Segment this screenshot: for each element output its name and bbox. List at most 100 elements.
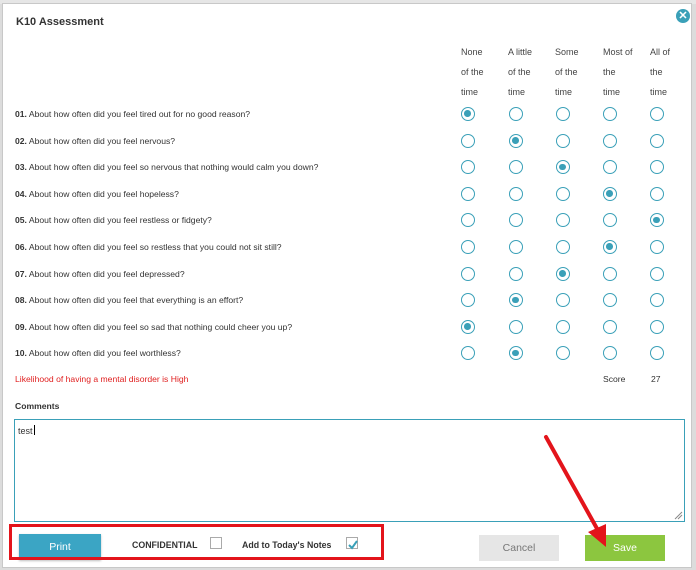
question-label: About how often did you feel hopeless?: [26, 188, 179, 199]
add-to-notes-checkbox[interactable]: [346, 537, 358, 550]
answer-radio[interactable]: [650, 160, 664, 175]
question-label: About how often did you feel worthless?: [26, 348, 181, 359]
answer-radio[interactable]: [509, 319, 523, 334]
answer-radio[interactable]: [603, 186, 617, 201]
answer-radio[interactable]: [461, 319, 475, 334]
answer-radio[interactable]: [461, 160, 475, 175]
save-button[interactable]: Save: [585, 535, 665, 561]
question-row: 03. About how often did you feel so nerv…: [3, 155, 693, 179]
answer-radio[interactable]: [509, 186, 523, 201]
answer-radio[interactable]: [556, 240, 570, 254]
answer-radio[interactable]: [650, 293, 664, 308]
print-button[interactable]: Print: [19, 534, 101, 560]
resize-grip-icon[interactable]: [674, 511, 683, 520]
answer-radio[interactable]: [461, 346, 475, 361]
question-row: 10. About how often did you feel worthle…: [3, 341, 693, 365]
question-number: 08.: [15, 295, 27, 306]
question-number: 10.: [15, 348, 27, 359]
column-header-line: time: [508, 87, 526, 97]
close-icon[interactable]: ✕: [676, 9, 690, 23]
score-label: Score: [603, 374, 626, 384]
dialog-title: K10 Assessment: [16, 16, 104, 28]
column-header: Most of the time: [603, 42, 647, 102]
answer-radio[interactable]: [509, 133, 523, 148]
answer-radio[interactable]: [603, 160, 617, 175]
answer-radio[interactable]: [603, 107, 617, 121]
question-label: About how often did you feel that everyt…: [26, 295, 244, 306]
question-text: 07. About how often did you feel depress…: [15, 262, 185, 286]
answer-radio[interactable]: [650, 240, 664, 254]
column-header-line: of the: [508, 67, 531, 77]
answer-radio[interactable]: [603, 293, 617, 308]
answer-radio[interactable]: [650, 213, 664, 228]
column-header-line: None: [461, 47, 483, 57]
answer-radio[interactable]: [650, 186, 664, 201]
question-text: 03. About how often did you feel so nerv…: [15, 155, 318, 179]
question-label: About how often did you feel depressed?: [26, 268, 185, 279]
column-header-line: Most of: [603, 47, 633, 57]
answer-radio[interactable]: [603, 319, 617, 334]
answer-radio[interactable]: [556, 319, 570, 334]
comments-value: test: [18, 425, 35, 436]
answer-radio[interactable]: [556, 186, 570, 201]
answer-radio[interactable]: [461, 213, 475, 228]
answer-radio[interactable]: [556, 293, 570, 308]
column-header-line: the: [603, 67, 616, 77]
column-header-line: time: [603, 87, 621, 97]
question-text: 04. About how often did you feel hopeles…: [15, 182, 179, 206]
answer-radio[interactable]: [603, 266, 617, 281]
answer-radio[interactable]: [556, 133, 570, 148]
column-header: None of the time: [461, 42, 505, 102]
answer-radio[interactable]: [603, 346, 617, 361]
answer-radio[interactable]: [461, 186, 475, 201]
column-header-line: A little: [508, 47, 533, 57]
answer-radio[interactable]: [461, 266, 475, 281]
answer-radio[interactable]: [650, 133, 664, 148]
answer-radio[interactable]: [556, 266, 570, 281]
question-number: 03.: [15, 162, 27, 173]
answer-radio[interactable]: [556, 160, 570, 175]
likelihood-message: Likelihood of having a mental disorder i…: [15, 374, 189, 384]
question-text: 06. About how often did you feel so rest…: [15, 235, 282, 259]
question-text: 08. About how often did you feel that ev…: [15, 288, 243, 312]
question-row: 02. About how often did you feel nervous…: [3, 129, 693, 153]
column-header: Some of the time: [555, 42, 599, 102]
confidential-checkbox[interactable]: [210, 537, 222, 549]
answer-radio[interactable]: [603, 133, 617, 148]
answer-radio[interactable]: [461, 133, 475, 148]
answer-radio[interactable]: [509, 213, 523, 228]
cancel-button[interactable]: Cancel: [479, 535, 559, 561]
answer-radio[interactable]: [509, 107, 523, 121]
answer-radio[interactable]: [650, 107, 664, 121]
question-number: 09.: [15, 321, 27, 332]
question-number: 06.: [15, 242, 27, 252]
answer-radio[interactable]: [603, 240, 617, 254]
comments-textarea[interactable]: [14, 419, 685, 522]
answer-radio[interactable]: [509, 293, 523, 308]
question-text: 05. About how often did you feel restles…: [15, 208, 212, 232]
question-text: 09. About how often did you feel so sad …: [15, 315, 292, 339]
answer-radio[interactable]: [509, 266, 523, 281]
question-row: 05. About how often did you feel restles…: [3, 208, 693, 232]
answer-radio[interactable]: [556, 346, 570, 361]
answer-radio[interactable]: [509, 160, 523, 175]
question-text: 01. About how often did you feel tired o…: [15, 102, 250, 126]
answer-radio[interactable]: [509, 346, 523, 361]
question-label: About how often did you feel restless or…: [26, 215, 212, 226]
answer-radio[interactable]: [556, 107, 570, 121]
answer-radio[interactable]: [556, 213, 570, 228]
answer-radio[interactable]: [650, 266, 664, 281]
confidential-label: CONFIDENTIAL: [132, 540, 198, 550]
answer-radio[interactable]: [603, 213, 617, 228]
answer-radio[interactable]: [461, 240, 475, 254]
answer-radio[interactable]: [650, 346, 664, 361]
question-row: 04. About how often did you feel hopeles…: [3, 182, 693, 206]
question-text: 10. About how often did you feel worthle…: [15, 341, 181, 365]
answer-radio[interactable]: [461, 107, 475, 121]
question-row: 01. About how often did you feel tired o…: [3, 102, 693, 126]
answer-radio[interactable]: [509, 240, 523, 254]
answer-radio[interactable]: [650, 319, 664, 334]
score-value: 27: [651, 374, 661, 384]
question-number: 02.: [15, 135, 27, 146]
answer-radio[interactable]: [461, 293, 475, 308]
